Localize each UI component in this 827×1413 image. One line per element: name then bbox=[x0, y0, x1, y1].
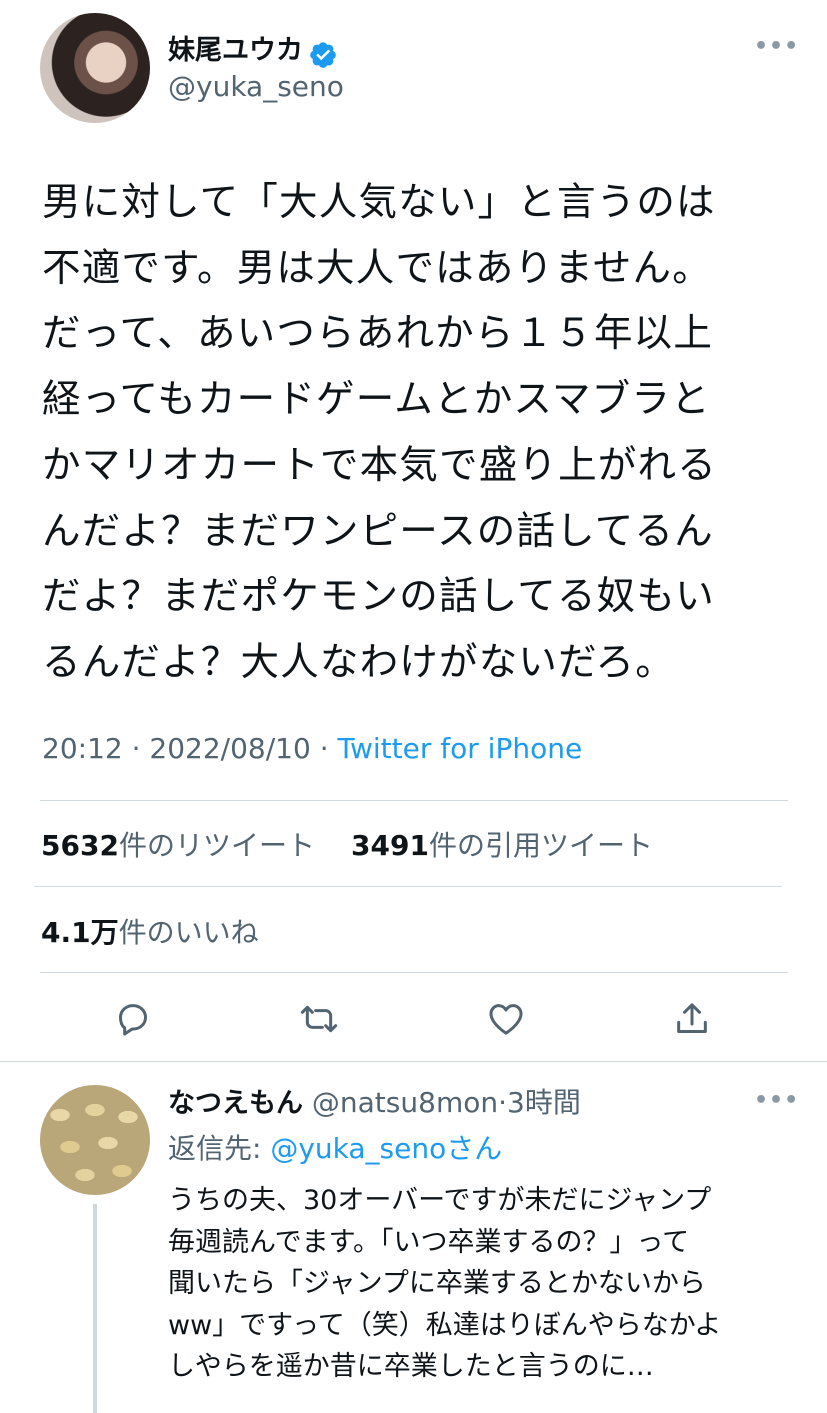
more-options-icon[interactable]: ••• bbox=[754, 34, 799, 59]
reply-author-avatar[interactable] bbox=[40, 1085, 150, 1195]
retweet-stats[interactable]: 5632件のリツイート bbox=[41, 824, 315, 864]
reply-to-label: 返信先: bbox=[168, 1132, 271, 1165]
tweet-meta: 20:12 · 2022/08/10 · Twitter for iPhone bbox=[42, 732, 582, 765]
reply-header[interactable]: なつえもん @natsu8mon·3時間 bbox=[168, 1081, 581, 1121]
reply-to-line: 返信先: @yuka_senoさん bbox=[168, 1127, 502, 1167]
thread-line bbox=[93, 1204, 97, 1413]
reply-separator: · bbox=[498, 1086, 507, 1119]
reply-to-suffix: さん bbox=[446, 1132, 503, 1165]
author-avatar[interactable] bbox=[40, 13, 150, 123]
quote-stats[interactable]: 3491件の引用ツイート bbox=[351, 824, 653, 864]
reply-to-handle-link[interactable]: @yuka_seno bbox=[270, 1132, 446, 1165]
like-stats[interactable]: 4.1万件のいいね bbox=[41, 911, 259, 951]
tweet-source-link[interactable]: Twitter for iPhone bbox=[338, 732, 583, 765]
reply-more-options-icon[interactable]: ••• bbox=[754, 1088, 799, 1113]
divider bbox=[40, 972, 788, 973]
divider bbox=[40, 800, 788, 801]
like-icon[interactable] bbox=[486, 999, 526, 1039]
tweet-time: 20:12 bbox=[42, 732, 123, 765]
meta-separator: · bbox=[131, 732, 141, 765]
tweet-date: 2022/08/10 bbox=[149, 732, 311, 765]
quote-label: 件の引用ツイート bbox=[428, 829, 653, 862]
author-name-row[interactable]: 妹尾ユウカ bbox=[168, 28, 338, 70]
reply-time: 3時間 bbox=[507, 1086, 581, 1119]
tweet-text: 男に対して「大人気ない」と言うのは 不適です。男は大人ではありません。 だって、… bbox=[42, 180, 717, 685]
like-label: 件のいいね bbox=[118, 916, 259, 949]
reply-author-name[interactable]: なつえもん bbox=[168, 1088, 303, 1119]
retweet-label: 件のリツイート bbox=[118, 829, 315, 862]
meta-separator: · bbox=[319, 732, 329, 765]
author-handle[interactable]: @yuka_seno bbox=[168, 70, 344, 103]
divider bbox=[34, 886, 782, 887]
retweet-count: 5632 bbox=[41, 829, 119, 862]
reply-icon[interactable] bbox=[113, 999, 153, 1039]
share-icon[interactable] bbox=[672, 999, 712, 1039]
retweet-icon[interactable] bbox=[299, 999, 339, 1039]
quote-count: 3491 bbox=[351, 829, 429, 862]
like-count: 4.1万 bbox=[41, 916, 119, 949]
reply-text: うちの夫、30オーバーですが未だにジャンプ 毎週読んでます。「いつ卒業するの？」… bbox=[168, 1185, 722, 1383]
divider bbox=[0, 1061, 827, 1062]
reply-author-handle[interactable]: @natsu8mon bbox=[312, 1086, 498, 1119]
verified-badge-icon bbox=[310, 41, 336, 68]
author-name[interactable]: 妹尾ユウカ bbox=[168, 35, 303, 66]
